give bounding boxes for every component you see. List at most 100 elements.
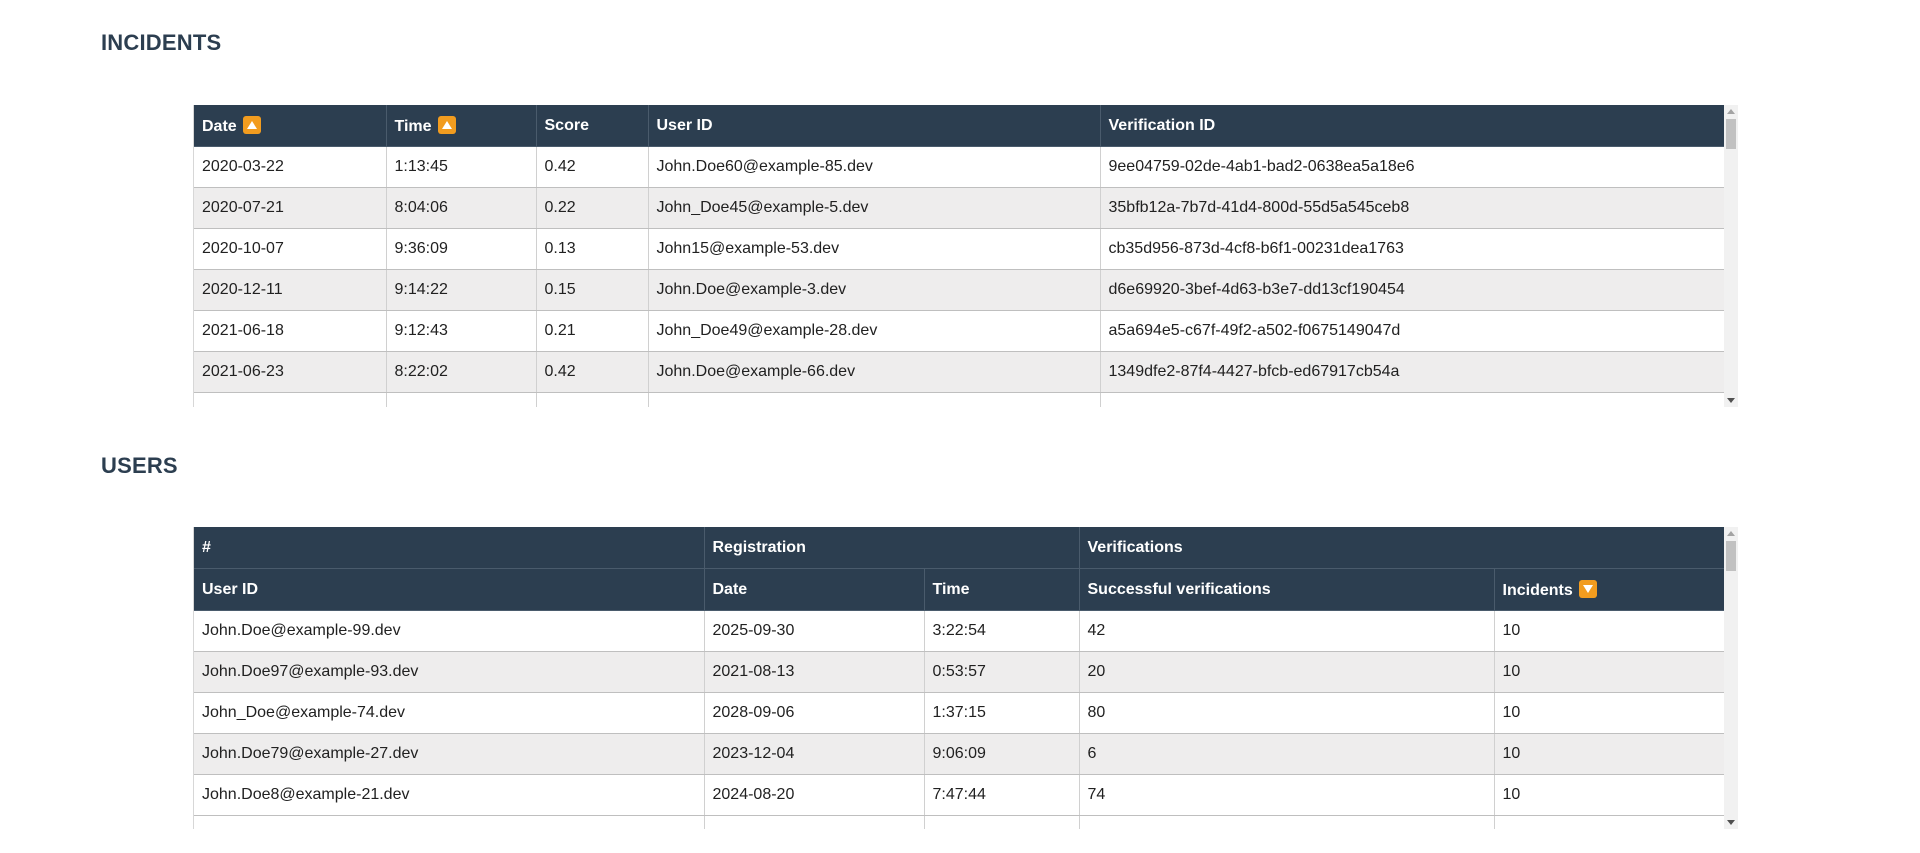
sort-ascending-icon[interactable] (242, 115, 261, 134)
cell-user-id: John_Doe@example-74.dev (194, 692, 705, 734)
cell-date: 2020-03-22 (194, 146, 387, 188)
cell-time: 1:13:45 (386, 146, 537, 188)
cell-time: 8:22:02 (386, 351, 537, 393)
users-table: # Registration Verifications User ID Dat… (194, 527, 1724, 829)
cell-empty (1100, 392, 1724, 407)
column-header-time[interactable]: Time (386, 105, 537, 147)
cell-registration-time: 9:06:09 (924, 733, 1080, 775)
cell-verification-id: 9ee04759-02de-4ab1-bad2-0638ea5a18e6 (1100, 146, 1724, 188)
cell-time: 9:12:43 (386, 310, 537, 352)
cell-empty (194, 392, 387, 407)
table-row[interactable]: 2021-06-18 9:12:43 0.21 John_Doe49@examp… (194, 310, 1724, 352)
cell-verification-id: cb35d956-873d-4cf8-b6f1-00231dea1763 (1100, 228, 1724, 270)
table-row[interactable]: 2020-03-22 1:13:45 0.42 John.Doe60@examp… (194, 146, 1724, 188)
table-row-partial (194, 815, 1724, 829)
cell-empty (704, 815, 925, 829)
table-row[interactable]: John.Doe79@example-27.dev 2023-12-04 9:0… (194, 733, 1724, 775)
scroll-down-arrow-icon[interactable] (1727, 398, 1735, 403)
column-header-registration-time[interactable]: Time (924, 568, 1080, 611)
table-row[interactable]: 2021-06-23 8:22:02 0.42 John.Doe@example… (194, 351, 1724, 393)
incidents-table-viewport: Date Time Score User ID Verification ID … (194, 105, 1724, 407)
column-header-date[interactable]: Date (194, 105, 387, 147)
scroll-down-arrow-icon[interactable] (1727, 820, 1735, 825)
cell-successful-verifications: 42 (1079, 610, 1495, 652)
cell-incidents: 10 (1494, 610, 1724, 652)
table-row[interactable]: John.Doe97@example-93.dev 2021-08-13 0:5… (194, 651, 1724, 693)
table-row[interactable]: John_Doe@example-74.dev 2028-09-06 1:37:… (194, 692, 1724, 734)
cell-date: 2020-07-21 (194, 187, 387, 229)
scroll-up-arrow-icon[interactable] (1727, 109, 1735, 114)
cell-incidents: 10 (1494, 651, 1724, 693)
cell-verification-id: a5a694e5-c67f-49f2-a502-f0675149047d (1100, 310, 1724, 352)
users-table-container[interactable]: # Registration Verifications User ID Dat… (193, 527, 1738, 829)
users-title: USERS (101, 453, 178, 478)
cell-registration-time: 0:53:57 (924, 651, 1080, 693)
column-header-registration-date[interactable]: Date (704, 568, 925, 611)
sort-descending-icon[interactable] (1578, 579, 1597, 598)
cell-registration-time: 1:37:15 (924, 692, 1080, 734)
incidents-table: Date Time Score User ID Verification ID … (194, 105, 1724, 407)
cell-user-id: John_Doe49@example-28.dev (648, 310, 1101, 352)
cell-date: 2020-10-07 (194, 228, 387, 270)
scrollbar-thumb[interactable] (1726, 119, 1736, 149)
column-header-score[interactable]: Score (536, 105, 649, 147)
cell-user-id: John.Doe97@example-93.dev (194, 651, 705, 693)
cell-user-id: John.Doe8@example-21.dev (194, 774, 705, 816)
column-header-user-id[interactable]: User ID (648, 105, 1101, 147)
cell-empty (194, 815, 705, 829)
cell-score: 0.13 (536, 228, 649, 270)
cell-user-id: John.Doe60@example-85.dev (648, 146, 1101, 188)
cell-user-id: John.Doe79@example-27.dev (194, 733, 705, 775)
incidents-table-container[interactable]: Date Time Score User ID Verification ID … (193, 105, 1738, 407)
column-header-label: Successful verifications (1087, 580, 1271, 598)
cell-score: 0.15 (536, 269, 649, 311)
cell-incidents: 10 (1494, 692, 1724, 734)
group-header-verifications: Verifications (1079, 527, 1724, 569)
cell-empty (1494, 815, 1724, 829)
table-row[interactable]: 2020-10-07 9:36:09 0.13 John15@example-5… (194, 228, 1724, 270)
cell-score: 0.22 (536, 187, 649, 229)
cell-user-id: John.Doe@example-99.dev (194, 610, 705, 652)
scrollbar-thumb[interactable] (1726, 541, 1736, 571)
cell-user-id: John.Doe@example-3.dev (648, 269, 1101, 311)
incidents-scrollbar[interactable] (1724, 105, 1738, 407)
table-row[interactable]: 2020-07-21 8:04:06 0.22 John_Doe45@examp… (194, 187, 1724, 229)
cell-user-id: John.Doe@example-66.dev (648, 351, 1101, 393)
cell-successful-verifications: 80 (1079, 692, 1495, 734)
cell-time: 9:36:09 (386, 228, 537, 270)
sort-ascending-icon[interactable] (437, 115, 456, 134)
incidents-title: INCIDENTS (101, 30, 222, 55)
cell-registration-date: 2024-08-20 (704, 774, 925, 816)
table-row-partial (194, 392, 1724, 407)
cell-user-id: John15@example-53.dev (648, 228, 1101, 270)
cell-registration-date: 2021-08-13 (704, 651, 925, 693)
incidents-header-row: Date Time Score User ID Verification ID (194, 105, 1724, 147)
cell-verification-id: 35bfb12a-7b7d-41d4-800d-55d5a545ceb8 (1100, 187, 1724, 229)
column-header-incidents[interactable]: Incidents (1494, 568, 1724, 611)
scroll-up-arrow-icon[interactable] (1727, 531, 1735, 536)
cell-date: 2021-06-23 (194, 351, 387, 393)
column-header-verification-id[interactable]: Verification ID (1100, 105, 1724, 147)
users-scrollbar[interactable] (1724, 527, 1738, 829)
column-header-user-id[interactable]: User ID (194, 568, 705, 611)
cell-time: 8:04:06 (386, 187, 537, 229)
column-header-label: Score (544, 116, 589, 134)
users-group-header-row: # Registration Verifications (194, 527, 1724, 569)
table-row[interactable]: John.Doe8@example-21.dev 2024-08-20 7:47… (194, 774, 1724, 816)
column-header-label: Date (202, 117, 237, 135)
column-header-successful-verifications[interactable]: Successful verifications (1079, 568, 1495, 611)
cell-empty (536, 392, 649, 407)
column-header-label: Time (394, 117, 432, 135)
cell-score: 0.21 (536, 310, 649, 352)
table-row[interactable]: 2020-12-11 9:14:22 0.15 John.Doe@example… (194, 269, 1724, 311)
cell-verification-id: d6e69920-3bef-4d63-b3e7-dd13cf190454 (1100, 269, 1724, 311)
column-header-label: User ID (656, 116, 713, 134)
cell-user-id: John_Doe45@example-5.dev (648, 187, 1101, 229)
table-row[interactable]: John.Doe@example-99.dev 2025-09-30 3:22:… (194, 610, 1724, 652)
cell-incidents: 10 (1494, 733, 1724, 775)
cell-empty (386, 392, 537, 407)
cell-date: 2020-12-11 (194, 269, 387, 311)
column-header-label: Verification ID (1108, 116, 1216, 134)
cell-verification-id: 1349dfe2-87f4-4427-bfcb-ed67917cb54a (1100, 351, 1724, 393)
cell-score: 0.42 (536, 351, 649, 393)
